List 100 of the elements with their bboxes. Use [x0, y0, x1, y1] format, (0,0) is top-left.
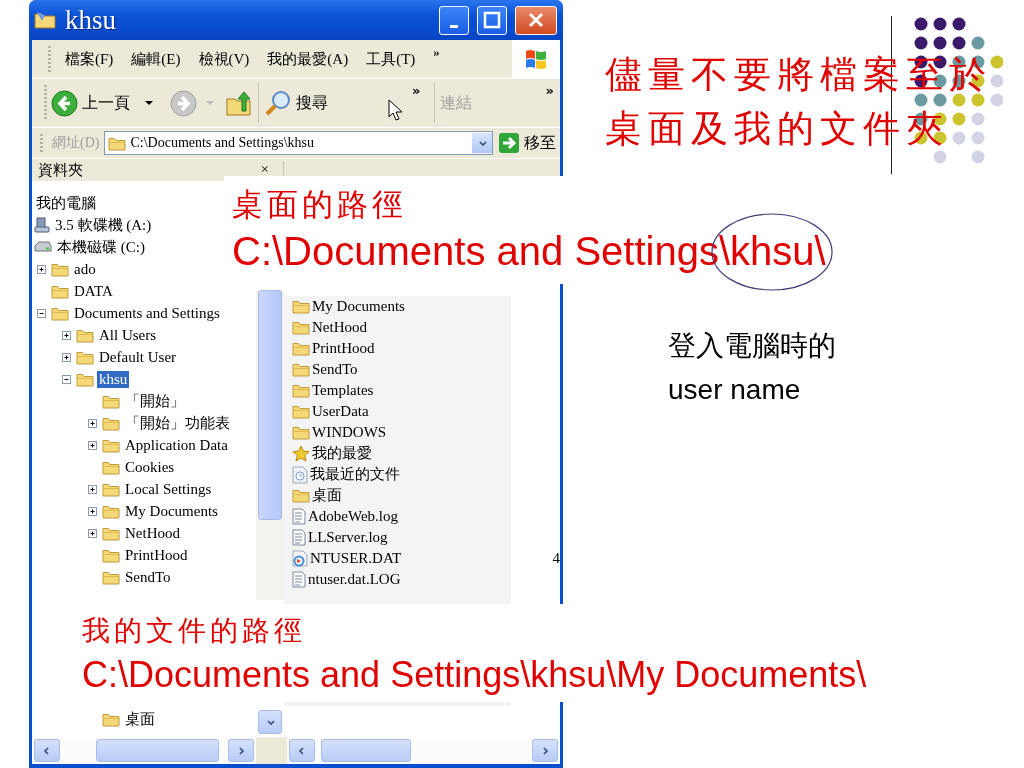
file-name[interactable]: NTUSER.DAT	[310, 550, 402, 567]
scroll-left-button[interactable]	[34, 739, 60, 762]
vertical-scrollbar[interactable]	[256, 290, 284, 600]
expand-icon[interactable]	[88, 528, 97, 538]
expand-icon[interactable]	[88, 440, 97, 450]
back-button[interactable]: 上一頁	[51, 89, 130, 117]
dropdown-button[interactable]	[472, 133, 492, 153]
tree-item[interactable]: My Documents	[123, 502, 220, 520]
tree-item[interactable]: Documents and Settings	[72, 304, 222, 322]
folder-icon	[33, 10, 57, 30]
scrollbar-thumb[interactable]	[258, 290, 282, 520]
overflow-button[interactable]: »	[423, 44, 448, 60]
horizontal-scrollbar[interactable]	[287, 737, 560, 764]
expand-icon[interactable]	[88, 506, 97, 516]
expand-icon[interactable]	[37, 264, 46, 274]
maximize-button[interactable]	[477, 5, 507, 35]
pointer-icon	[388, 99, 404, 121]
folder-icon	[292, 299, 310, 314]
file-name[interactable]: SendTo	[312, 361, 358, 378]
scroll-right-button[interactable]	[228, 739, 254, 762]
text-file-icon	[292, 571, 306, 588]
tree-item[interactable]: Cookies	[123, 458, 177, 476]
tree-item[interactable]: DATA	[72, 282, 115, 300]
file-icon	[292, 550, 308, 567]
search-button[interactable]: 搜尋	[264, 89, 328, 117]
close-button[interactable]	[515, 5, 557, 35]
menu-item[interactable]: 編輯(E)	[121, 49, 189, 69]
tree-item[interactable]: 本機磁碟 (C:)	[55, 237, 147, 257]
horizontal-scrollbar[interactable]	[32, 737, 256, 764]
menu-item[interactable]: 我的最愛(A)	[257, 49, 357, 69]
tree-item[interactable]: Default User	[97, 348, 179, 366]
tree-item[interactable]: 「開始」功能表	[123, 413, 232, 433]
tree-item[interactable]: 我的電腦	[34, 193, 98, 213]
tree-item[interactable]: 3.5 軟碟機 (A:)	[53, 215, 154, 235]
file-name[interactable]: 我的最愛	[312, 444, 372, 463]
minimize-icon	[450, 24, 458, 28]
folder-icon	[102, 393, 120, 409]
expand-icon[interactable]	[88, 418, 97, 428]
scrollbar-thumb[interactable]	[321, 739, 411, 762]
scroll-down-button[interactable]	[258, 710, 282, 734]
file-name[interactable]: Templates	[312, 382, 374, 399]
folder-icon	[292, 383, 310, 398]
file-name[interactable]: 我最近的文件	[310, 465, 400, 484]
flag-icon	[523, 47, 549, 71]
file-name[interactable]: WINDOWS	[312, 424, 387, 441]
file-name[interactable]: PrintHood	[312, 340, 375, 357]
file-name[interactable]: AdobeWeb.log	[308, 508, 399, 525]
menu-item[interactable]: 工具(T)	[356, 49, 424, 69]
file-name[interactable]: NetHood	[312, 319, 367, 336]
tree-item[interactable]: Application Data	[123, 436, 230, 454]
drive-icon	[34, 217, 50, 233]
chevron-left-icon[interactable]	[297, 744, 307, 757]
folder-icon	[292, 488, 310, 503]
menu-item[interactable]: 檢視(V)	[188, 49, 258, 69]
drive-icon	[34, 241, 52, 253]
scroll-right-button[interactable]	[532, 739, 558, 762]
collapse-icon[interactable]	[37, 308, 46, 318]
expand-icon[interactable]	[88, 484, 97, 494]
scroll-left-button[interactable]	[289, 739, 315, 762]
file-name[interactable]: UserData	[312, 403, 369, 420]
chevron-right-icon[interactable]	[236, 744, 246, 757]
menu-item[interactable]: 檔案(F)	[55, 49, 122, 69]
folder-icon	[292, 341, 310, 356]
tree-item[interactable]: khsu	[97, 370, 130, 388]
file-name[interactable]: ntuser.dat.LOG	[308, 571, 401, 588]
tree-item[interactable]: 桌面	[123, 709, 157, 729]
dropdown-icon[interactable]	[144, 99, 154, 107]
collapse-icon[interactable]	[62, 374, 71, 384]
overflow-button[interactable]: »	[412, 83, 421, 98]
tree-item[interactable]: Local Settings	[123, 480, 214, 498]
chevron-left-icon[interactable]	[42, 744, 52, 757]
tree-item[interactable]: NetHood	[123, 524, 182, 542]
folder-up-icon[interactable]	[225, 89, 253, 117]
tree-item[interactable]: All Users	[97, 326, 159, 344]
overflow-button[interactable]: »	[545, 83, 554, 98]
pane-title: 資料夾	[38, 160, 83, 180]
file-name[interactable]: 桌面	[312, 486, 342, 505]
file-name[interactable]: LLServer.log	[308, 529, 388, 546]
go-button[interactable]: 移至	[498, 132, 556, 154]
folder-icon	[51, 261, 69, 277]
expand-icon[interactable]	[62, 330, 71, 340]
folder-icon	[108, 135, 127, 151]
chevron-right-icon[interactable]	[540, 744, 550, 757]
folder-icon	[292, 425, 310, 440]
close-pane-button[interactable]: ×	[260, 160, 269, 180]
tree-item[interactable]: 「開始」	[123, 391, 187, 411]
tree-item[interactable]: ado	[72, 260, 98, 278]
address-field[interactable]: C:\Documents and Settings\khsu	[104, 131, 493, 155]
expand-icon[interactable]	[62, 352, 71, 362]
scrollbar-thumb[interactable]	[96, 739, 219, 762]
arrow-right-icon	[498, 132, 520, 154]
folder-icon	[76, 371, 94, 387]
minimize-button[interactable]	[439, 5, 469, 35]
file-name[interactable]: My Documents	[312, 298, 405, 315]
folder-icon	[76, 349, 94, 365]
callout-heading: 桌面的路徑	[232, 185, 408, 224]
tree-item[interactable]: PrintHood	[123, 546, 190, 564]
folder-icon	[102, 415, 120, 431]
tree-item[interactable]: SendTo	[123, 568, 173, 586]
folder-icon	[102, 711, 120, 727]
